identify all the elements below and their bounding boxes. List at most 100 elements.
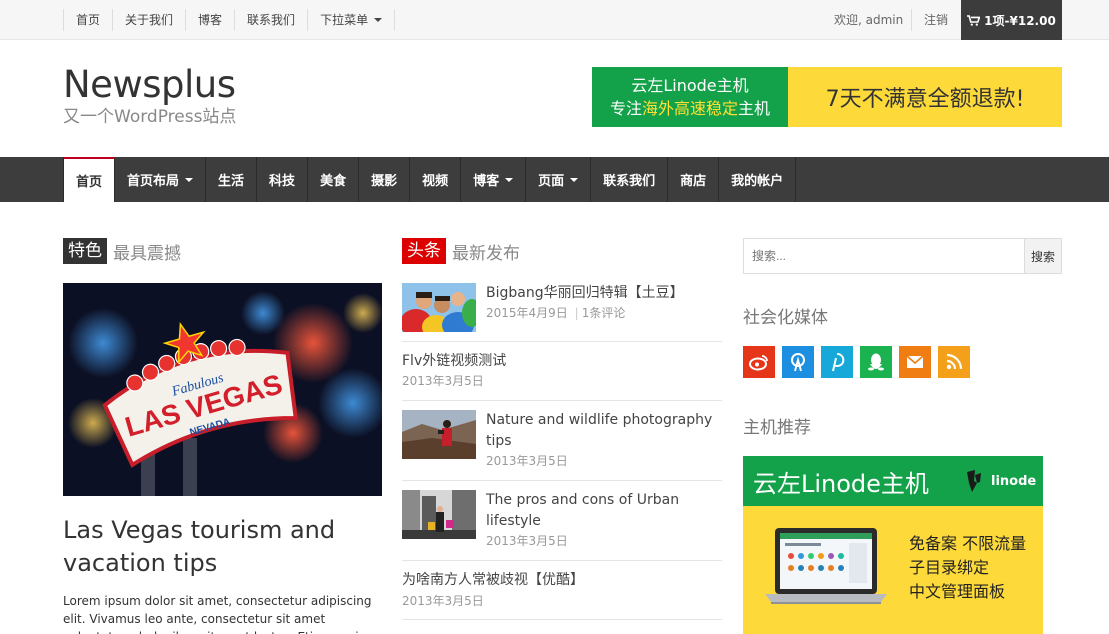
featured-title[interactable]: Las Vegas tourism and vacation tips [63, 514, 383, 580]
nav-item-tech[interactable]: 科技 [257, 157, 309, 202]
welcome-text: 欢迎, admin [834, 13, 904, 27]
nav-label: 商店 [680, 174, 707, 189]
cart-icon [967, 14, 981, 26]
list-item: 为啥南方人常被歧视【优酷】 2013年3月5日 [402, 570, 722, 620]
nav-label: 视频 [422, 174, 449, 189]
post-thumbnail[interactable] [402, 283, 476, 332]
nav-item-home[interactable]: 首页 [64, 157, 116, 202]
tencent-weibo-icon[interactable] [782, 346, 814, 378]
nav-label: 首页 [76, 175, 103, 190]
post-thumbnail[interactable] [402, 410, 476, 459]
las-vegas-sign-image: Fabulous LAS VEGAS NEVADA [63, 283, 382, 496]
cart-summary: 1项-¥12.00 [984, 13, 1056, 28]
nav-item-life[interactable]: 生活 [206, 157, 258, 202]
divider [911, 9, 912, 31]
pinterest-icon[interactable] [821, 346, 853, 378]
top-link-blog[interactable]: 博客 [186, 9, 236, 31]
photographer-photo-image [402, 410, 476, 459]
post-title[interactable]: 为啥南方人常被歧视【优酷】 [402, 570, 722, 591]
top-link-label: 博客 [198, 13, 223, 27]
site-title[interactable]: Newsplus [63, 64, 236, 106]
search-input[interactable] [743, 238, 1025, 274]
banner-line2-pre: 专注 [609, 99, 642, 118]
featured-excerpt: Lorem ipsum dolor sit amet, consectetur … [63, 594, 373, 634]
list-item: The pros and cons of Urban lifestyle 201… [402, 490, 722, 561]
email-icon[interactable] [899, 346, 931, 378]
top-link-label: 下拉菜单 [320, 13, 369, 27]
ad-feature-line: 子目录绑定 [909, 558, 990, 577]
nav-item-blog[interactable]: 博客 [461, 157, 527, 202]
post-date: 2013年3月5日 [402, 594, 484, 608]
nav-label: 摄影 [371, 174, 398, 189]
featured-subtitle: 最具震撼 [113, 243, 181, 264]
ad-headline: 云左Linode主机 [753, 469, 929, 498]
ad-features: 免备案 不限流量 子目录绑定 中文管理面板 [909, 532, 1026, 604]
top-bar: 首页 关于我们 博客 联系我们 下拉菜单 欢迎, admin 注销 1项-¥12… [0, 0, 1109, 40]
post-date: 2013年3月5日 [402, 374, 484, 388]
top-link-label: 联系我们 [247, 13, 296, 27]
nav-label: 科技 [269, 174, 296, 189]
search-button[interactable]: 搜索 [1024, 238, 1062, 274]
kids-photo-image [402, 283, 476, 332]
nav-item-video[interactable]: 视频 [410, 157, 462, 202]
post-date: 2013年3月5日 [486, 534, 568, 548]
latest-subtitle: 最新发布 [452, 243, 520, 264]
banner-line2: 专注海外高速稳定主机 [592, 97, 788, 120]
meta-separator: | [574, 306, 579, 320]
nav-item-pages[interactable]: 页面 [526, 157, 592, 202]
chevron-down-icon [185, 177, 194, 182]
banner-line2-post: 主机 [738, 99, 771, 118]
nav-label: 博客 [473, 174, 500, 189]
top-link-dropdown[interactable]: 下拉菜单 [308, 9, 396, 31]
featured-image[interactable]: Fabulous LAS VEGAS NEVADA [63, 283, 382, 496]
weibo-icon[interactable] [743, 346, 775, 378]
nav-item-contact[interactable]: 联系我们 [591, 157, 669, 202]
header-banner-ad[interactable]: 云左Linode主机 专注海外高速稳定主机 7天不满意全额退款! [592, 67, 1062, 127]
top-link-contact[interactable]: 联系我们 [235, 9, 309, 31]
latest-tag: 头条 [402, 238, 446, 264]
linode-sidebar-ad[interactable]: 云左Linode主机 linode 免备案 不限流量 子目录绑定 中文管理面板 [743, 456, 1043, 634]
nav-label: 生活 [218, 174, 245, 189]
post-title[interactable]: Bigbang华丽回归特辑【土豆】 [486, 283, 722, 304]
qq-icon[interactable] [860, 346, 892, 378]
top-link-home[interactable]: 首页 [64, 9, 114, 31]
banner-line2-highlight: 海外高速稳定 [641, 99, 738, 118]
chevron-down-icon [505, 177, 514, 182]
nav-label: 页面 [538, 174, 565, 189]
logout-link[interactable]: 注销 [924, 9, 948, 31]
chevron-down-icon [374, 18, 383, 22]
top-link-about[interactable]: 关于我们 [113, 9, 187, 31]
nav-label: 美食 [320, 174, 347, 189]
banner-line1: 云左Linode主机 [631, 76, 749, 95]
nav-item-food[interactable]: 美食 [308, 157, 360, 202]
nav-item-photo[interactable]: 摄影 [359, 157, 411, 202]
host-widget-title: 主机推荐 [743, 418, 811, 438]
banner-left: 云左Linode主机 专注海外高速稳定主机 [592, 67, 788, 127]
nav-label: 我的帐户 [731, 174, 784, 189]
post-thumbnail[interactable] [402, 490, 476, 539]
main-nav: 首页 首页布局 生活 科技 美食 摄影 视频 博客 页面 联系我们 商店 我的帐… [0, 157, 1109, 202]
post-title[interactable]: The pros and cons of Urban lifestyle [486, 490, 722, 532]
rss-icon[interactable] [938, 346, 970, 378]
nav-item-shop[interactable]: 商店 [668, 157, 720, 202]
ad-feature-line: 中文管理面板 [909, 582, 1006, 601]
nav-item-home-layout[interactable]: 首页布局 [115, 157, 207, 202]
linode-logo-icon [967, 470, 981, 492]
post-title[interactable]: Nature and wildlife photography tips [486, 410, 722, 452]
list-item: Flv外链视频测试 2013年3月5日 [402, 342, 722, 401]
nav-item-account[interactable]: 我的帐户 [719, 157, 797, 202]
post-title[interactable]: Flv外链视频测试 [402, 351, 722, 372]
featured-heading: 特色 最具震撼 [63, 238, 181, 264]
post-meta: 2015年4月9日 | 1条评论 [486, 305, 625, 321]
post-comments-link[interactable]: 1条评论 [582, 306, 626, 320]
urban-photo-image [402, 490, 476, 539]
featured-tag: 特色 [63, 238, 107, 264]
nav-label: 联系我们 [603, 174, 656, 189]
list-item: Nature and wildlife photography tips 201… [402, 410, 722, 481]
cart-button[interactable]: 1项-¥12.00 [961, 0, 1062, 40]
nav-label: 首页布局 [127, 174, 180, 189]
top-nav: 首页 关于我们 博客 联系我们 下拉菜单 [63, 9, 396, 31]
list-item: Bigbang华丽回归特辑【土豆】 2015年4月9日 | 1条评论 [402, 283, 722, 342]
top-link-label: 关于我们 [125, 13, 174, 27]
laptop-image [765, 528, 887, 604]
